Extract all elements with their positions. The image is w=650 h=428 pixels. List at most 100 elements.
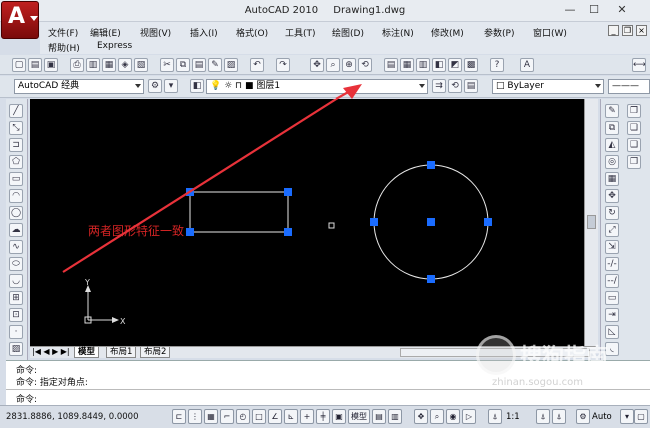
menu-tools[interactable]: 工具(T) xyxy=(283,26,318,39)
annotation-scale-icon[interactable]: ⍋ xyxy=(488,409,502,424)
menu-insert[interactable]: 插入(I) xyxy=(188,26,220,39)
clean-screen-icon[interactable]: ▢ xyxy=(634,409,648,424)
vertical-scrollbar[interactable] xyxy=(584,99,598,346)
design-center-icon[interactable]: ▦ xyxy=(400,58,414,72)
plot-preview-icon[interactable]: ▥ xyxy=(86,58,100,72)
osnap-tracking-icon[interactable]: ∠ xyxy=(268,409,282,424)
menu-format[interactable]: 格式(O) xyxy=(234,26,270,39)
match-properties-icon[interactable]: ✎ xyxy=(208,58,222,72)
drawn-rectangle[interactable] xyxy=(189,191,289,233)
menu-edit[interactable]: 编辑(E) xyxy=(88,26,123,39)
draworder-back-icon[interactable]: ❏ xyxy=(627,121,641,135)
object-snap-icon[interactable]: □ xyxy=(252,409,266,424)
pan-icon[interactable]: ✥ xyxy=(310,58,324,72)
menu-parametric[interactable]: 参数(P) xyxy=(482,26,516,39)
draworder-under-icon[interactable]: ❒ xyxy=(627,155,641,169)
redo-icon[interactable]: ↷ xyxy=(276,58,290,72)
ellipse-icon[interactable]: ⬭ xyxy=(9,257,23,271)
revision-cloud-icon[interactable]: ☁ xyxy=(9,223,23,237)
dynamic-ucs-icon[interactable]: ⊾ xyxy=(284,409,298,424)
zoom-realtime-icon[interactable]: ⌕ xyxy=(326,58,340,72)
erase-icon[interactable]: ✎ xyxy=(605,104,619,118)
break-icon[interactable]: ▭ xyxy=(605,291,619,305)
grid-display-icon[interactable]: ▦ xyxy=(204,409,218,424)
extend-icon[interactable]: --/ xyxy=(605,274,619,288)
move-icon[interactable]: ✥ xyxy=(605,189,619,203)
open-icon[interactable]: ▤ xyxy=(28,58,42,72)
paste-icon[interactable]: ▤ xyxy=(192,58,206,72)
layer-select[interactable]: 💡 ☼ ⊓ ■ 图层1 xyxy=(206,79,428,94)
new-icon[interactable]: ▢ xyxy=(12,58,26,72)
make-block-icon[interactable]: ⊡ xyxy=(9,308,23,322)
tool-palettes-icon[interactable]: ▥ xyxy=(416,58,430,72)
command-prompt[interactable]: 命令: xyxy=(16,392,37,405)
command-window[interactable]: 命令: 命令: 指定对角点: 命令: 搜狗指南 zhinan.sogou.com xyxy=(6,335,650,405)
chamfer-icon[interactable]: ◺ xyxy=(605,325,619,339)
join-icon[interactable]: ⇥ xyxy=(605,308,619,322)
grip-handle[interactable] xyxy=(186,228,194,236)
model-space-button[interactable]: 模型 xyxy=(348,409,370,424)
maximize-icon[interactable]: ☐ xyxy=(586,3,602,17)
pan-status-icon[interactable]: ✥ xyxy=(414,409,428,424)
menu-window[interactable]: 窗口(W) xyxy=(531,26,569,39)
ellipse-arc-icon[interactable]: ◡ xyxy=(9,274,23,288)
dynamic-input-icon[interactable]: + xyxy=(300,409,314,424)
drawing-area[interactable]: 两者图形特征一致 Y X xyxy=(30,88,594,346)
tab-layout1[interactable]: 布局1 xyxy=(106,347,137,358)
close-icon[interactable]: ✕ xyxy=(614,3,630,17)
plot-icon[interactable]: ⎙ xyxy=(70,58,84,72)
minimize-icon[interactable]: — xyxy=(562,3,578,17)
auto-label[interactable]: Auto xyxy=(592,412,612,422)
grip-handle[interactable] xyxy=(484,218,492,226)
sheet-set-icon[interactable]: ◧ xyxy=(432,58,446,72)
tab-model[interactable]: 模型 xyxy=(74,347,100,358)
polygon-icon[interactable]: ⬠ xyxy=(9,155,23,169)
cut-icon[interactable]: ✂ xyxy=(160,58,174,72)
rectangle-icon[interactable]: ▭ xyxy=(9,172,23,186)
linetype-select[interactable]: ——— xyxy=(608,79,650,94)
snap-mode-icon[interactable]: ⋮ xyxy=(188,409,202,424)
scroll-thumb[interactable] xyxy=(587,215,596,229)
color-select[interactable]: □ ByLayer xyxy=(492,79,604,94)
menu-view[interactable]: 视图(V) xyxy=(138,26,173,39)
grip-handle[interactable] xyxy=(370,218,378,226)
grip-handle[interactable] xyxy=(427,218,435,226)
construction-line-icon[interactable]: ⤡ xyxy=(9,121,23,135)
zoom-previous-icon[interactable]: ⟲ xyxy=(358,58,372,72)
help-icon[interactable]: ? xyxy=(490,58,504,72)
line-icon[interactable]: ╱ xyxy=(9,104,23,118)
grip-handle[interactable] xyxy=(427,161,435,169)
offset-icon[interactable]: ◎ xyxy=(605,155,619,169)
steering-wheel-icon[interactable]: ◉ xyxy=(446,409,460,424)
copy-icon[interactable]: ⧉ xyxy=(176,58,190,72)
annotation-scale-value[interactable]: 1:1 xyxy=(506,412,520,422)
copy-object-icon[interactable]: ⧉ xyxy=(605,121,619,135)
tab-layout2[interactable]: 布局2 xyxy=(140,347,171,358)
draworder-above-icon[interactable]: ❑ xyxy=(627,138,641,152)
publish-icon[interactable]: ▦ xyxy=(102,58,116,72)
mirror-icon[interactable]: ◭ xyxy=(605,138,619,152)
menu-draw[interactable]: 绘图(D) xyxy=(330,26,366,39)
grip-handle[interactable] xyxy=(284,228,292,236)
text-style-icon[interactable]: A xyxy=(520,58,534,72)
polar-tracking-icon[interactable]: ◴ xyxy=(236,409,250,424)
menu-dimension[interactable]: 标注(N) xyxy=(380,26,416,39)
annotation-visibility-icon[interactable]: ⍋ xyxy=(536,409,550,424)
undo-icon[interactable]: ↶ xyxy=(250,58,264,72)
quick-view-layouts-icon[interactable]: ▤ xyxy=(372,409,386,424)
auto-scale-icon[interactable]: ⍋ xyxy=(552,409,566,424)
ortho-mode-icon[interactable]: ⌐ xyxy=(220,409,234,424)
toolbar-lock-icon[interactable]: ▾ xyxy=(620,409,634,424)
spline-icon[interactable]: ∿ xyxy=(9,240,23,254)
quick-properties-icon[interactable]: ▣ xyxy=(332,409,346,424)
workspace-switching-icon[interactable]: ⚙ xyxy=(576,409,590,424)
point-icon[interactable]: · xyxy=(9,325,23,339)
layer-states-icon[interactable]: ▤ xyxy=(464,79,478,93)
doc-close-icon[interactable]: × xyxy=(636,25,647,36)
workspace-settings-icon[interactable]: ⚙ xyxy=(148,79,162,93)
application-menu-button[interactable]: A xyxy=(1,1,39,39)
lineweight-icon[interactable]: ╪ xyxy=(316,409,330,424)
dim-style-icon[interactable]: ⟷ xyxy=(632,58,646,72)
grip-handle[interactable] xyxy=(427,275,435,283)
showmotion-icon[interactable]: ▷ xyxy=(462,409,476,424)
